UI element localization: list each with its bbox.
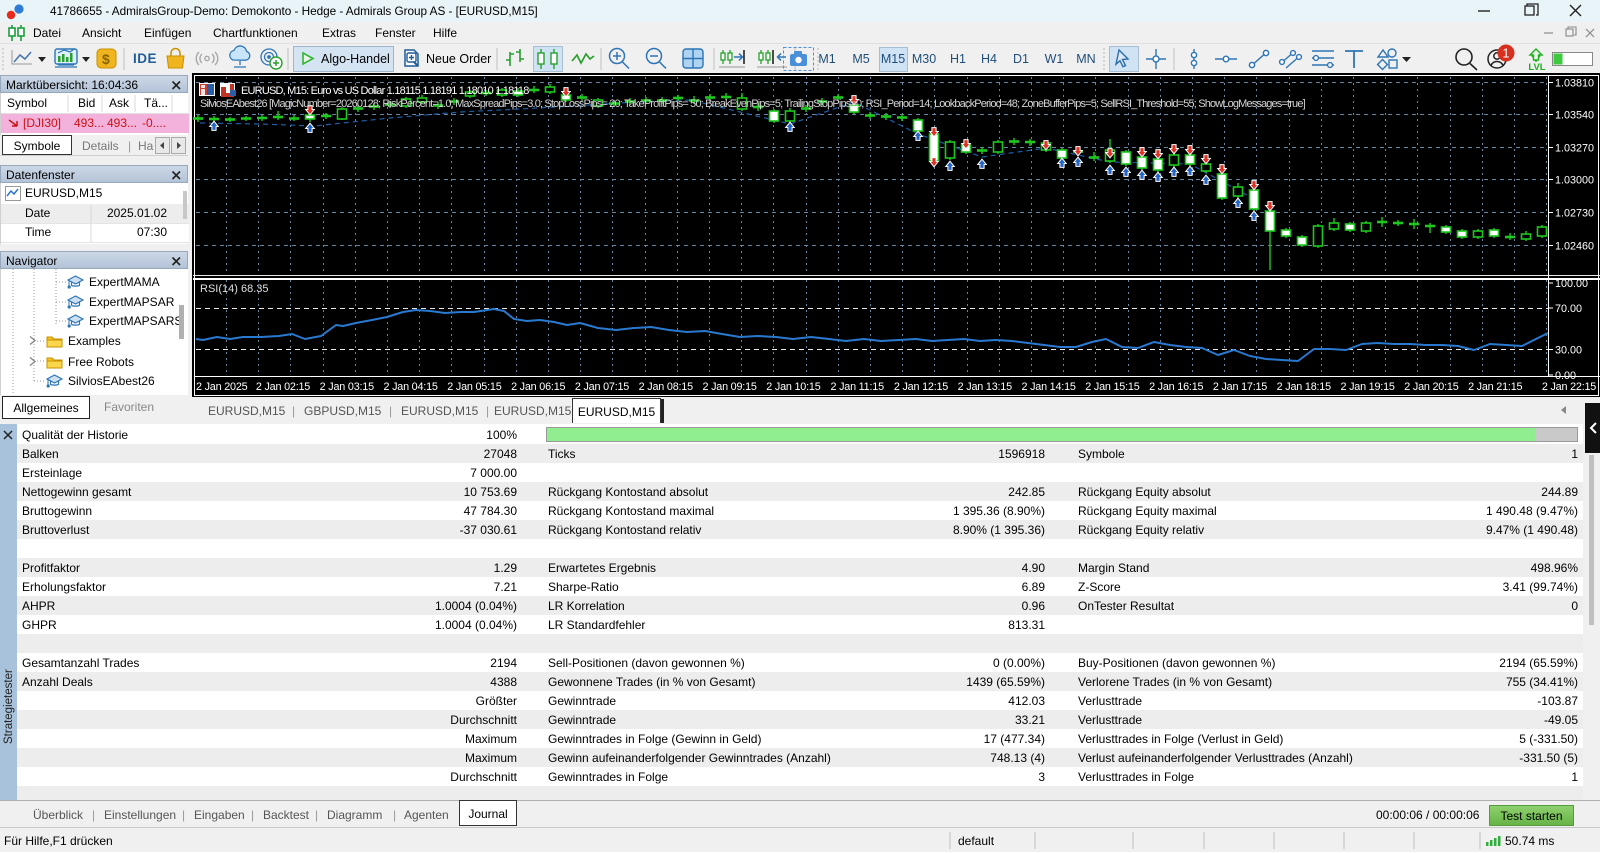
svg-text:2 Jan 20:15: 2 Jan 20:15 <box>1404 381 1458 393</box>
svg-text:1: 1 <box>1503 47 1510 61</box>
svg-text:2 Jan 22:15: 2 Jan 22:15 <box>1542 381 1596 393</box>
svg-text:1.03000: 1.03000 <box>1555 175 1594 187</box>
svg-text:1.02460: 1.02460 <box>1555 241 1594 253</box>
svg-text:2 Jan 10:15: 2 Jan 10:15 <box>766 381 820 393</box>
svg-text:$: $ <box>102 51 110 67</box>
svg-text:H4: H4 <box>981 52 997 66</box>
svg-text:IDE: IDE <box>133 51 157 66</box>
svg-text:2 Jan 15:15: 2 Jan 15:15 <box>1085 381 1139 393</box>
svg-text:1.03270: 1.03270 <box>1555 143 1594 155</box>
svg-text:2 Jan 17:15: 2 Jan 17:15 <box>1213 381 1267 393</box>
svg-text:D1: D1 <box>1013 52 1029 66</box>
svg-text:2 Jan 08:15: 2 Jan 08:15 <box>639 381 693 393</box>
svg-text:RSI(14) 68.35: RSI(14) 68.35 <box>200 283 268 295</box>
svg-text:1.03810: 1.03810 <box>1555 78 1594 90</box>
svg-text:SilviosEAbest26 [MagicNumber=2: SilviosEAbest26 [MagicNumber=20260128; R… <box>200 98 1306 110</box>
svg-text:2 Jan 21:15: 2 Jan 21:15 <box>1468 381 1522 393</box>
svg-text:2 Jan 18:15: 2 Jan 18:15 <box>1277 381 1331 393</box>
svg-text:M15: M15 <box>881 52 905 66</box>
svg-text:2 Jan 16:15: 2 Jan 16:15 <box>1149 381 1203 393</box>
svg-text:EURUSD, M15: Euro vs US Dolla: EURUSD, M15: Euro vs US Dollar 1.18115 1… <box>241 85 529 97</box>
svg-text:M1: M1 <box>818 52 835 66</box>
svg-text:30.00: 30.00 <box>1555 345 1582 357</box>
svg-text:100.00: 100.00 <box>1555 278 1588 290</box>
svg-text:2 Jan 05:15: 2 Jan 05:15 <box>447 381 501 393</box>
svg-text:2 Jan 04:15: 2 Jan 04:15 <box>383 381 437 393</box>
svg-text:2 Jan 06:15: 2 Jan 06:15 <box>511 381 565 393</box>
svg-text:2 Jan 12:15: 2 Jan 12:15 <box>894 381 948 393</box>
svg-text:2 Jan 03:15: 2 Jan 03:15 <box>320 381 374 393</box>
svg-text:Algo-Handel: Algo-Handel <box>321 52 390 66</box>
svg-text:H1: H1 <box>950 52 966 66</box>
svg-text:Neue Order: Neue Order <box>426 52 491 66</box>
svg-text:2 Jan 19:15: 2 Jan 19:15 <box>1340 381 1394 393</box>
svg-text:2 Jan 11:15: 2 Jan 11:15 <box>830 381 884 393</box>
svg-text:2 Jan 02:15: 2 Jan 02:15 <box>256 381 310 393</box>
svg-text:MN: MN <box>1076 52 1095 66</box>
svg-text:2 Jan 13:15: 2 Jan 13:15 <box>958 381 1012 393</box>
svg-text:2 Jan 2025: 2 Jan 2025 <box>196 381 248 393</box>
svg-text:70.00: 70.00 <box>1555 303 1582 315</box>
svg-text:2 Jan 07:15: 2 Jan 07:15 <box>575 381 629 393</box>
svg-text:2 Jan 09:15: 2 Jan 09:15 <box>702 381 756 393</box>
svg-text:M5: M5 <box>852 52 869 66</box>
svg-text:1.03540: 1.03540 <box>1555 110 1594 122</box>
svg-text:1.02730: 1.02730 <box>1555 208 1594 220</box>
svg-text:M30: M30 <box>912 52 936 66</box>
svg-text:W1: W1 <box>1045 52 1064 66</box>
svg-text:2 Jan 14:15: 2 Jan 14:15 <box>1021 381 1075 393</box>
